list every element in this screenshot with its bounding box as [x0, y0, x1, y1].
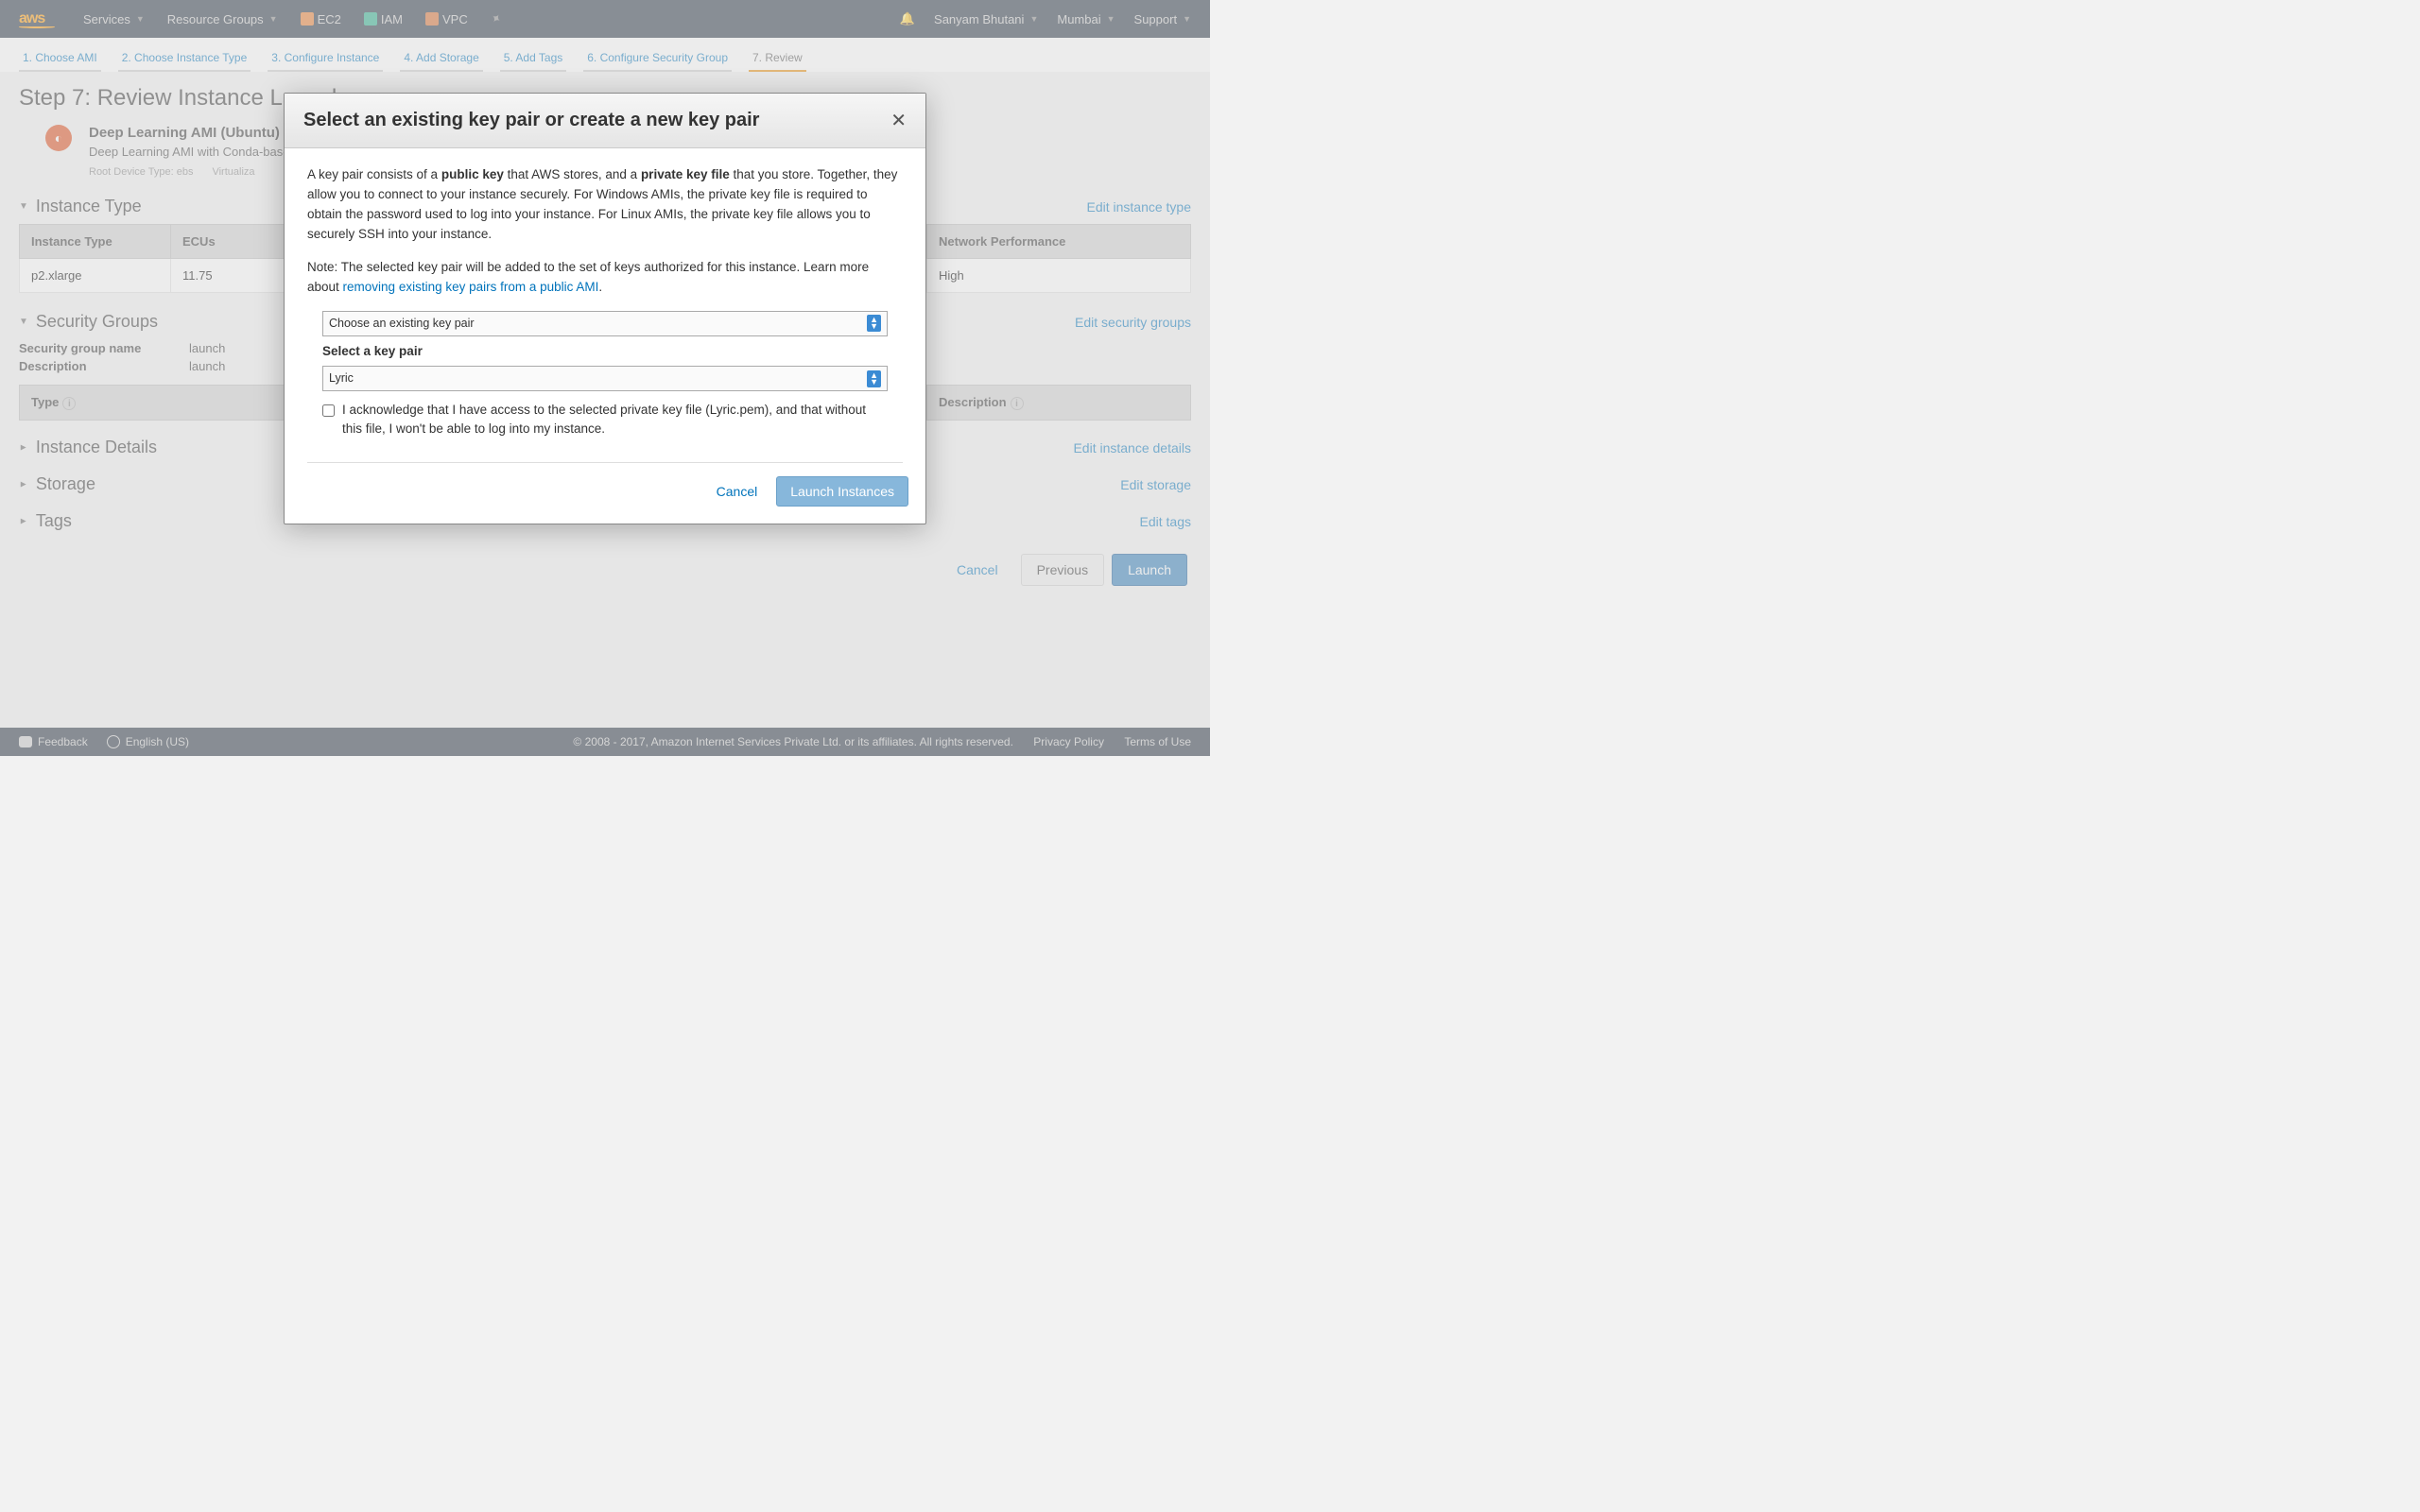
acknowledge-checkbox[interactable]: [322, 404, 335, 417]
remove-keypair-link[interactable]: removing existing key pairs from a publi…: [343, 280, 599, 294]
close-icon[interactable]: ✕: [890, 109, 907, 132]
keypair-select[interactable]: Lyric ▲▼: [322, 366, 888, 391]
acknowledge-text: I acknowledge that I have access to the …: [342, 401, 888, 439]
keypair-modal: Select an existing key pair or create a …: [284, 93, 926, 524]
modal-description-2: Note: The selected key pair will be adde…: [307, 258, 903, 298]
modal-cancel-button[interactable]: Cancel: [707, 476, 768, 507]
modal-launch-instances-button[interactable]: Launch Instances: [776, 476, 908, 507]
keypair-mode-select[interactable]: Choose an existing key pair ▲▼: [322, 311, 888, 336]
select-keypair-label: Select a key pair: [322, 342, 888, 362]
modal-title: Select an existing key pair or create a …: [303, 110, 759, 131]
chevron-updown-icon: ▲▼: [867, 370, 881, 387]
modal-description-1: A key pair consists of a public key that…: [307, 165, 903, 245]
chevron-updown-icon: ▲▼: [867, 315, 881, 332]
